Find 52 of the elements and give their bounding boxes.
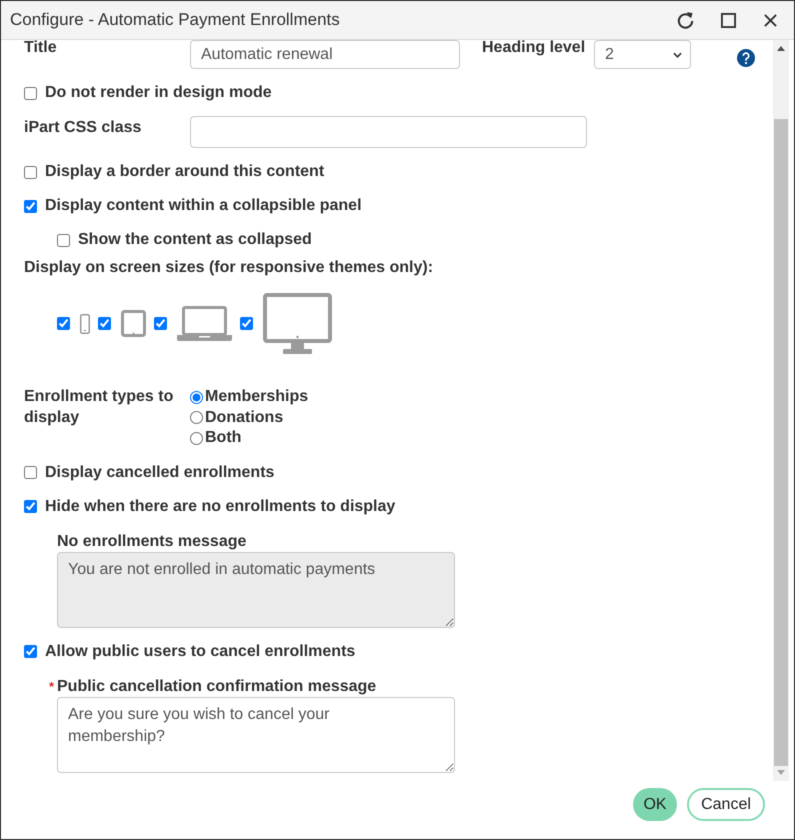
phone-icon (80, 314, 90, 334)
checkbox-label: Hide when there are no enrollments to display (45, 496, 396, 516)
radio-button[interactable] (190, 390, 203, 404)
heading-level-select[interactable]: 2 (594, 40, 691, 69)
cancel-button[interactable]: Cancel (687, 788, 765, 821)
maximize-icon[interactable] (721, 12, 736, 28)
scroll-up-icon[interactable] (777, 46, 785, 51)
radio-button[interactable] (190, 432, 203, 445)
field-label: Public cancellation confirmation message (57, 676, 376, 696)
scrollbar-thumb[interactable] (774, 119, 788, 766)
radio-label: Memberships (205, 387, 308, 408)
radio-button[interactable] (190, 411, 203, 424)
field-label: Heading level (482, 40, 586, 57)
checkbox[interactable] (24, 500, 37, 513)
checkbox[interactable] (24, 200, 37, 212)
checkbox[interactable] (24, 466, 37, 479)
text-field[interactable] (190, 116, 587, 148)
checkbox[interactable] (24, 86, 37, 100)
ok-button[interactable]: OK (633, 788, 677, 821)
field-label: iPart CSS class (24, 119, 142, 137)
textarea-field[interactable]: Are you sure you wish to cancel your membership? (57, 696, 455, 772)
close-icon[interactable] (764, 14, 777, 26)
checkbox[interactable] (24, 166, 37, 178)
field-label: Enrollment types to display (24, 387, 174, 428)
checkbox[interactable] (154, 317, 167, 330)
scroll-down-icon[interactable] (777, 770, 785, 775)
field-label: Title (24, 40, 58, 57)
refresh-icon[interactable] (676, 10, 695, 30)
monitor-icon (263, 293, 332, 354)
checkbox[interactable] (24, 645, 37, 658)
title-field[interactable]: Automatic renewal (190, 40, 460, 69)
tablet-icon (121, 310, 146, 337)
checkbox-label: Display content within a collapsible panel (45, 196, 362, 216)
window-title: Configure - Automatic Payment Enrollments (10, 10, 341, 30)
laptop-icon (177, 306, 232, 341)
checkbox-label: Allow public users to cancel enrollments (45, 642, 356, 662)
radio-label: Both (205, 428, 242, 448)
checkbox[interactable] (98, 317, 111, 330)
checkbox-label: Show the content as collapsed (78, 230, 312, 250)
field-label: No enrollments message (57, 532, 246, 552)
section-label: Display on screen sizes (for responsive themes only): (24, 258, 434, 278)
checkbox[interactable] (57, 234, 70, 246)
checkbox-label: Display a border around this content (45, 162, 324, 182)
required-mark: * (49, 678, 56, 694)
checkbox[interactable] (57, 317, 70, 330)
chevron-down-icon (673, 52, 682, 58)
help-icon[interactable] (737, 49, 755, 67)
radio-label: Donations (205, 408, 284, 428)
scrollbar-track[interactable] (773, 40, 789, 781)
checkbox[interactable] (240, 317, 253, 330)
checkbox-label: Do not render in design mode (45, 83, 272, 103)
checkbox-label: Display cancelled enrollments (45, 462, 274, 482)
